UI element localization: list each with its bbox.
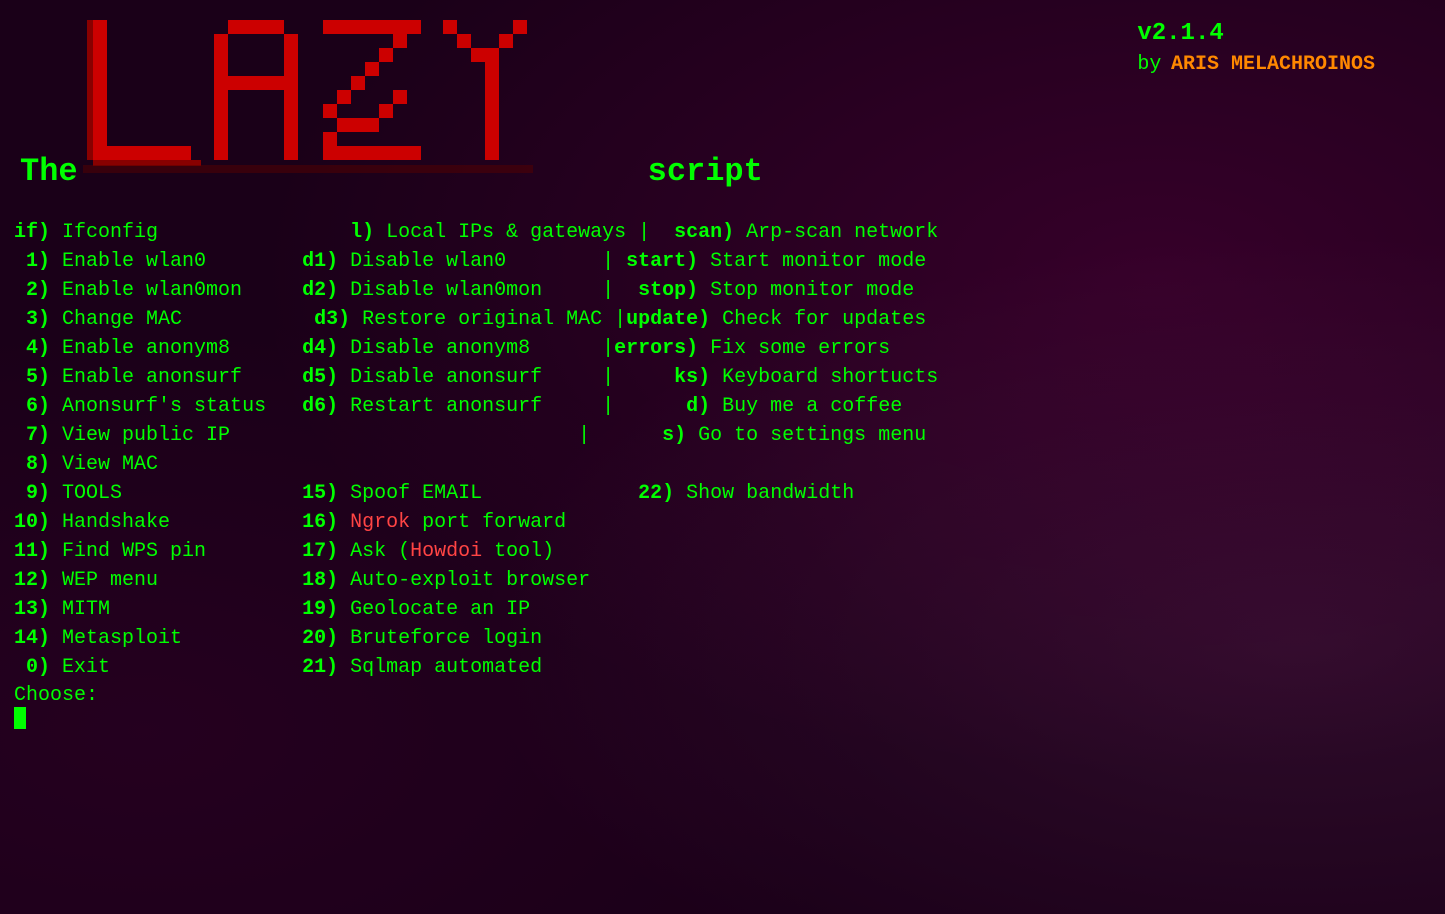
key-d4: d4) bbox=[302, 337, 338, 360]
key-17: 17) bbox=[302, 540, 338, 563]
menu-row-6: 6) Anonsurf's status d6) Restart anonsur… bbox=[14, 392, 1435, 421]
key-15: 15) bbox=[302, 482, 338, 505]
key-9: 9) bbox=[26, 482, 50, 505]
menu-row-2: 2) Enable wlan0mon d2) Disable wlan0mon … bbox=[14, 276, 1435, 305]
key-l: l) bbox=[338, 221, 374, 244]
menu-row-11: 11) Find WPS pin 17) Ask (Howdoi tool) bbox=[14, 537, 1435, 566]
by-label: by bbox=[1137, 53, 1161, 76]
menu-row-3: 3) Change MAC d3) Restore original MAC |… bbox=[14, 305, 1435, 334]
key-10: 10) bbox=[14, 511, 50, 534]
header-area: The bbox=[10, 10, 1435, 210]
menu-area: if) Ifconfig l) Local IPs & gateways | s… bbox=[10, 218, 1435, 729]
menu-row-9: 9) TOOLS 15) Spoof EMAIL 22) Show bandwi… bbox=[14, 479, 1435, 508]
menu-row-if: if) Ifconfig l) Local IPs & gateways | s… bbox=[14, 218, 1435, 247]
menu-row-14: 14) Metasploit 20) Bruteforce login bbox=[14, 624, 1435, 653]
key-d5: d5) bbox=[302, 366, 338, 389]
the-label: The bbox=[20, 153, 83, 210]
script-label: script bbox=[643, 153, 763, 210]
menu-row-4: 4) Enable anonym8 d4) Disable anonym8 |e… bbox=[14, 334, 1435, 363]
key-d3: d3) bbox=[314, 308, 350, 331]
key-16: 16) bbox=[302, 511, 338, 534]
menu-row-8: 8) View MAC bbox=[14, 450, 1435, 479]
input-cursor[interactable] bbox=[14, 707, 26, 729]
key-stop: stop) bbox=[638, 279, 698, 302]
key-3: 3) bbox=[26, 308, 50, 331]
key-scan: scan) bbox=[674, 221, 734, 244]
key-update: update) bbox=[626, 308, 710, 331]
lazy-logo bbox=[83, 10, 643, 210]
key-12: 12) bbox=[14, 569, 50, 592]
menu-row-5: 5) Enable anonsurf d5) Disable anonsurf … bbox=[14, 363, 1435, 392]
key-21: 21) bbox=[302, 656, 338, 679]
menu-row-10: 10) Handshake 16) Ngrok port forward bbox=[14, 508, 1435, 537]
key-d1: d1) bbox=[302, 250, 338, 273]
choose-line: Choose: bbox=[14, 684, 1435, 707]
choose-label: Choose: bbox=[14, 684, 98, 707]
key-22: 22) bbox=[638, 482, 674, 505]
key-5: 5) bbox=[26, 366, 50, 389]
key-18: 18) bbox=[302, 569, 338, 592]
key-4: 4) bbox=[26, 337, 50, 360]
key-20: 20) bbox=[302, 627, 338, 650]
key-s: s) bbox=[662, 424, 686, 447]
title-row: The bbox=[20, 10, 1435, 210]
key-d: d) bbox=[686, 395, 710, 418]
key-1: 1) bbox=[26, 250, 50, 273]
key-ks: ks) bbox=[674, 366, 710, 389]
version-label: v2.1.4 bbox=[1137, 20, 1375, 47]
key-start: start) bbox=[626, 250, 698, 273]
menu-row-0: 0) Exit 21) Sqlmap automated bbox=[14, 653, 1435, 682]
menu-row-7: 7) View public IP | s) Go to settings me… bbox=[14, 421, 1435, 450]
main-container: The bbox=[0, 10, 1445, 729]
key-19: 19) bbox=[302, 598, 338, 621]
author-line: by ARIS MELACHROINOS bbox=[1137, 53, 1375, 76]
key-0: 0) bbox=[26, 656, 50, 679]
menu-row-13: 13) MITM 19) Geolocate an IP bbox=[14, 595, 1435, 624]
menu-row-1: 1) Enable wlan0 d1) Disable wlan0 | star… bbox=[14, 247, 1435, 276]
author-name: ARIS MELACHROINOS bbox=[1171, 53, 1375, 76]
key-d2: d2) bbox=[302, 279, 338, 302]
key-d6: d6) bbox=[302, 395, 338, 418]
key-2: 2) bbox=[26, 279, 50, 302]
key-if: if) bbox=[14, 221, 50, 244]
key-7: 7) bbox=[26, 424, 50, 447]
key-errors: errors) bbox=[614, 337, 698, 360]
key-14: 14) bbox=[14, 627, 50, 650]
key-6: 6) bbox=[26, 395, 50, 418]
key-13: 13) bbox=[14, 598, 50, 621]
menu-row-12: 12) WEP menu 18) Auto-exploit browser bbox=[14, 566, 1435, 595]
version-author-block: v2.1.4 by ARIS MELACHROINOS bbox=[1137, 20, 1375, 76]
cursor-line bbox=[14, 707, 1435, 729]
key-11: 11) bbox=[14, 540, 50, 563]
key-8: 8) bbox=[26, 453, 50, 476]
